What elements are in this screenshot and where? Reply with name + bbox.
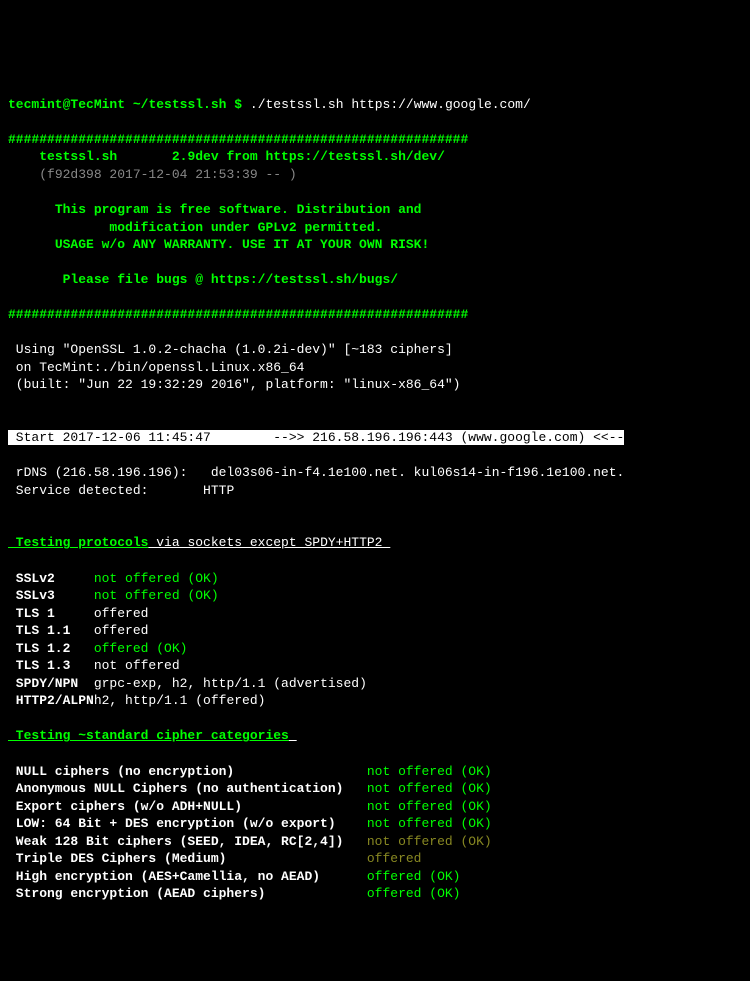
protocol-value: not offered (OK) xyxy=(94,571,219,586)
protocols-heading-left: Testing protocols xyxy=(8,535,148,550)
cipher-name: Strong encryption (AEAD ciphers) xyxy=(8,886,367,901)
rdns-label: rDNS (216.58.196.196): xyxy=(8,465,187,480)
prompt-symbol: $ xyxy=(234,97,242,112)
protocol-value: h2, http/1.1 (offered) xyxy=(94,693,266,708)
using-line2: on TecMint:./bin/openssl.Linux.x86_64 xyxy=(8,360,304,375)
commit-info: (f92d398 2017-12-04 21:53:39 -- ) xyxy=(39,167,296,182)
protocol-name: SPDY/NPN xyxy=(8,676,94,691)
protocol-value: grpc-exp, h2, http/1.1 (advertised) xyxy=(94,676,367,691)
protocol-name: HTTP2/ALPN xyxy=(8,693,94,708)
ciphers-table: NULL ciphers (no encryption) not offered… xyxy=(8,763,742,903)
desc-line1: This program is free software. Distribut… xyxy=(55,202,422,217)
cipher-name: High encryption (AES+Camellia, no AEAD) xyxy=(8,869,367,884)
bugs-line: Please file bugs @ https://testssl.sh/bu… xyxy=(63,272,398,287)
terminal-output: tecmint@TecMint ~/testssl.sh $ ./testssl… xyxy=(8,78,742,903)
protocol-name: TLS 1.1 xyxy=(8,623,94,638)
cipher-value: not offered (OK) xyxy=(367,799,492,814)
program-name: testssl.sh xyxy=(39,149,117,164)
protocol-name: SSLv3 xyxy=(8,588,94,603)
protocol-name: TLS 1 xyxy=(8,606,94,621)
cipher-name: Anonymous NULL Ciphers (no authenticatio… xyxy=(8,781,367,796)
cipher-name: Triple DES Ciphers (Medium) xyxy=(8,851,367,866)
using-line3: (built: "Jun 22 19:32:29 2016", platform… xyxy=(8,377,460,392)
service-value: HTTP xyxy=(203,483,234,498)
cipher-value: offered (OK) xyxy=(367,869,461,884)
cipher-name: Export ciphers (w/o ADH+NULL) xyxy=(8,799,367,814)
desc-line3: USAGE w/o ANY WARRANTY. USE IT AT YOUR O… xyxy=(55,237,429,252)
cipher-name: Weak 128 Bit ciphers (SEED, IDEA, RC[2,4… xyxy=(8,834,367,849)
service-label: Service detected: xyxy=(8,483,148,498)
command-text: ./testssl.sh https://www.google.com/ xyxy=(250,97,531,112)
protocol-name: TLS 1.2 xyxy=(8,641,94,656)
prompt-path: ~/testssl.sh xyxy=(133,97,227,112)
cipher-name: NULL ciphers (no encryption) xyxy=(8,764,367,779)
prompt-user: tecmint@TecMint xyxy=(8,97,125,112)
protocol-value: not offered xyxy=(94,658,180,673)
protocol-value: offered xyxy=(94,623,149,638)
start-line: Start 2017-12-06 11:45:47 -->> 216.58.19… xyxy=(8,430,624,445)
protocol-name: TLS 1.3 xyxy=(8,658,94,673)
cipher-name: LOW: 64 Bit + DES encryption (w/o export… xyxy=(8,816,367,831)
cipher-value: not offered (OK) xyxy=(367,781,492,796)
desc-line2: modification under GPLv2 permitted. xyxy=(109,220,382,235)
protocols-heading-right: via sockets except SPDY+HTTP2 xyxy=(148,535,382,550)
using-line1: Using "OpenSSL 1.0.2-chacha (1.0.2i-dev)… xyxy=(8,342,453,357)
ciphers-heading: Testing ~standard cipher categories xyxy=(8,728,289,743)
protocols-table: SSLv2 not offered (OK) SSLv3 not offered… xyxy=(8,570,742,710)
cipher-value: not offered (OK) xyxy=(367,764,492,779)
hashline-top: ########################################… xyxy=(8,132,468,147)
protocol-name: SSLv2 xyxy=(8,571,94,586)
program-version: 2.9dev from https://testssl.sh/dev/ xyxy=(172,149,445,164)
cipher-value: offered xyxy=(367,851,422,866)
protocol-value: offered xyxy=(94,606,149,621)
protocol-value: offered (OK) xyxy=(94,641,188,656)
hashline-bottom: ########################################… xyxy=(8,307,468,322)
rdns-value: del03s06-in-f4.1e100.net. kul06s14-in-f1… xyxy=(211,465,624,480)
protocol-value: not offered (OK) xyxy=(94,588,219,603)
cipher-value: offered (OK) xyxy=(367,886,461,901)
cipher-value: not offered (OK) xyxy=(367,816,492,831)
cipher-value: not offered (OK) xyxy=(367,834,492,849)
